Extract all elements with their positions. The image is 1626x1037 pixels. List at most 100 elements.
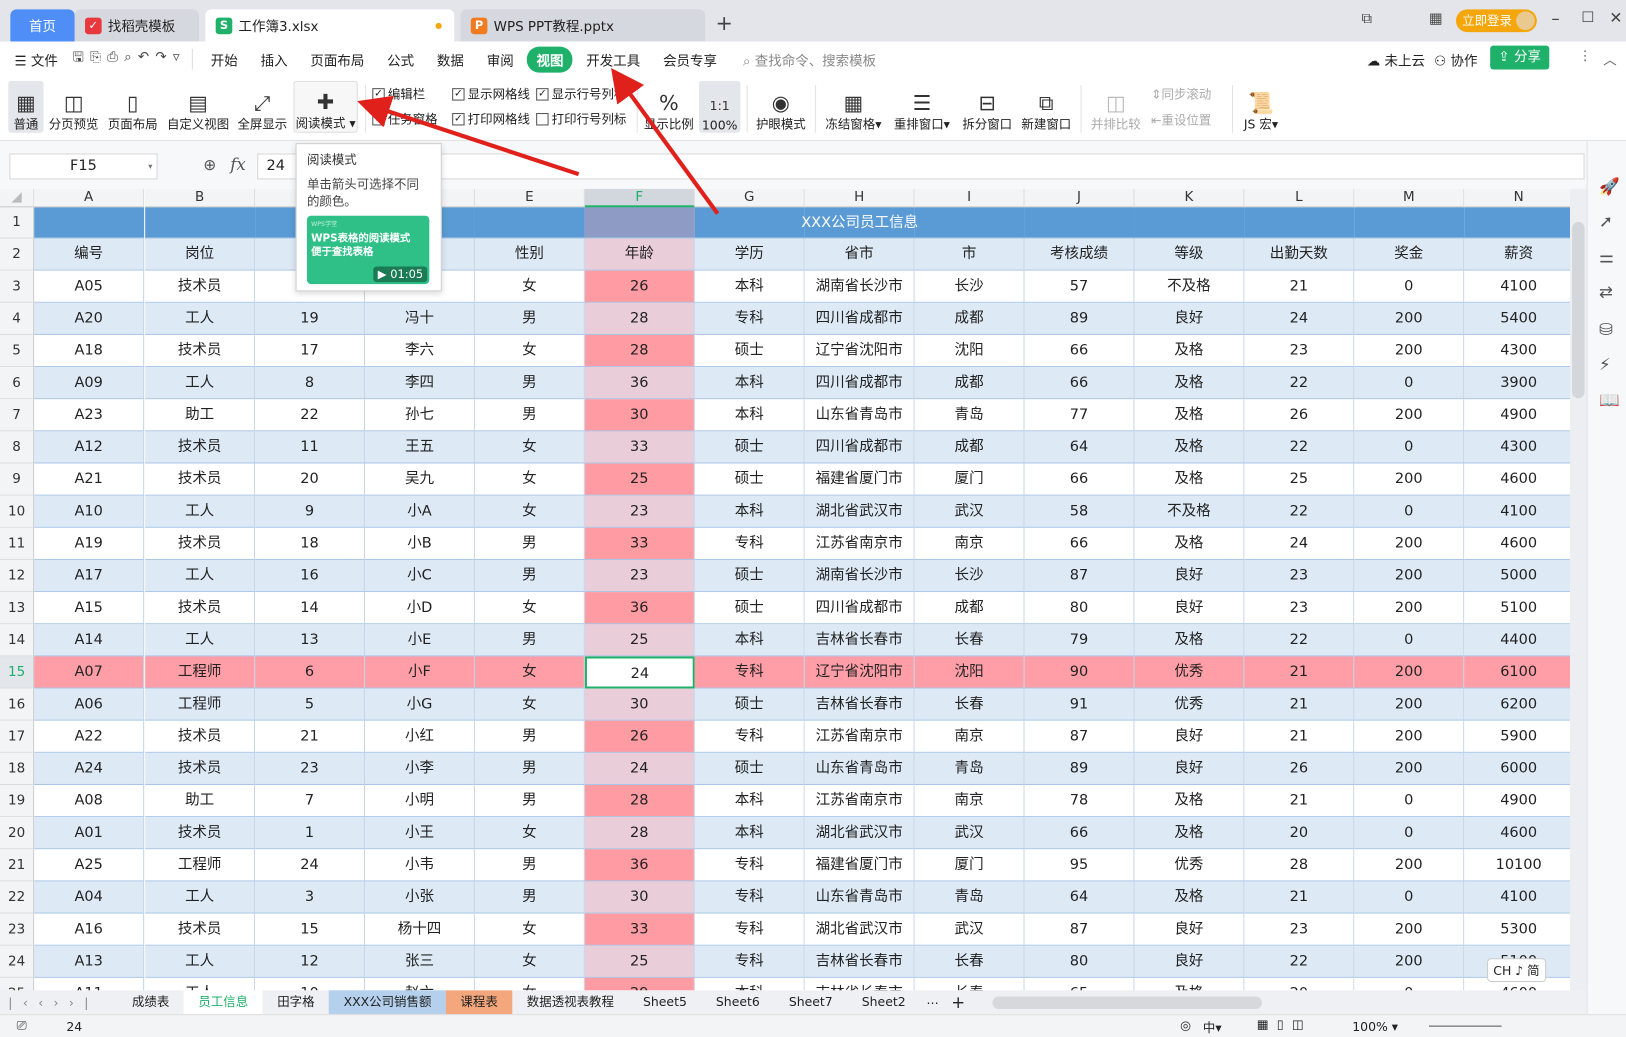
cell-N9[interactable]: 4600 xyxy=(1464,463,1571,496)
cell-G18[interactable]: 硕士 xyxy=(694,752,805,786)
cell-M21[interactable]: 200 xyxy=(1354,849,1465,882)
cell-G24[interactable]: 专科 xyxy=(694,945,805,978)
column-header-F[interactable]: F xyxy=(584,188,695,208)
cell-I18[interactable]: 青岛 xyxy=(914,752,1025,786)
cell-F6[interactable]: 36 xyxy=(584,367,695,400)
cell-A9[interactable]: A21 xyxy=(34,463,145,496)
cell-H10[interactable]: 湖北省武汉市 xyxy=(804,495,915,528)
cell-N19[interactable]: 4900 xyxy=(1464,785,1571,818)
cell-B19[interactable]: 助工 xyxy=(145,785,256,818)
row-header-22[interactable]: 22 xyxy=(0,881,35,914)
cell-J22[interactable]: 64 xyxy=(1024,881,1135,914)
cell-D12[interactable]: 小C xyxy=(365,559,475,593)
row-header-18[interactable]: 18 xyxy=(0,752,35,786)
cell-A19[interactable]: A08 xyxy=(34,785,145,818)
cell-E15[interactable]: 女 xyxy=(474,656,585,689)
checkbox-5[interactable]: 打印行号列标 xyxy=(536,110,626,128)
cell-M24[interactable]: 200 xyxy=(1354,945,1465,978)
row-header-2[interactable]: 2 xyxy=(0,238,35,271)
cell-G3[interactable]: 本科 xyxy=(694,270,805,303)
cell-F17[interactable]: 26 xyxy=(584,720,695,753)
cell-J12[interactable]: 87 xyxy=(1024,559,1135,593)
zoom-search-icon[interactable]: ⊕ xyxy=(203,156,216,175)
cell-K2[interactable]: 等级 xyxy=(1134,238,1245,271)
cell-D7[interactable]: 孙七 xyxy=(365,399,475,432)
cell-D9[interactable]: 吴九 xyxy=(365,463,475,496)
row-header-16[interactable]: 16 xyxy=(0,688,35,721)
cell-C25[interactable]: 10 xyxy=(255,977,366,991)
cell-M13[interactable]: 200 xyxy=(1354,592,1465,625)
cell-F23[interactable]: 33 xyxy=(584,913,695,946)
cell-G17[interactable]: 专科 xyxy=(694,720,805,753)
cell-B12[interactable]: 工人 xyxy=(145,559,256,593)
cell-B23[interactable]: 技术员 xyxy=(145,913,256,946)
checkbox-1[interactable]: ✓ 任务窗格 xyxy=(372,110,438,128)
cell-I22[interactable]: 青岛 xyxy=(914,881,1025,914)
rocket-icon[interactable]: 🚀 xyxy=(1599,176,1620,196)
cell-N4[interactable]: 5400 xyxy=(1464,302,1571,335)
cell-H17[interactable]: 江苏省南京市 xyxy=(804,720,915,753)
cell-L25[interactable]: 20 xyxy=(1244,977,1355,991)
cell-N12[interactable]: 5000 xyxy=(1464,559,1571,593)
cell-F2[interactable]: 年龄 xyxy=(584,238,695,271)
transform-icon[interactable]: ⇄ xyxy=(1599,282,1613,302)
cell-N18[interactable]: 6000 xyxy=(1464,752,1571,786)
cell-I12[interactable]: 长沙 xyxy=(914,559,1025,593)
cell-N3[interactable]: 4100 xyxy=(1464,270,1571,303)
cell-K13[interactable]: 良好 xyxy=(1134,592,1245,625)
cell-K1[interactable] xyxy=(1134,207,1245,239)
cell-F1[interactable] xyxy=(584,207,695,239)
cell-E4[interactable]: 男 xyxy=(474,302,585,335)
cell-L14[interactable]: 22 xyxy=(1244,624,1355,657)
cell-L10[interactable]: 22 xyxy=(1244,495,1355,528)
cell-A6[interactable]: A09 xyxy=(34,367,145,400)
cell-G10[interactable]: 本科 xyxy=(694,495,805,528)
new-window-button[interactable]: ⧉ 新建窗口 xyxy=(1019,81,1073,133)
cell-D24[interactable]: 张三 xyxy=(365,945,475,978)
cell-J24[interactable]: 80 xyxy=(1024,945,1135,978)
cell-N7[interactable]: 4900 xyxy=(1464,399,1571,432)
cell-C14[interactable]: 13 xyxy=(255,624,366,657)
cell-J15[interactable]: 90 xyxy=(1024,656,1135,689)
cell-L17[interactable]: 21 xyxy=(1244,720,1355,753)
cell-G7[interactable]: 本科 xyxy=(694,399,805,432)
cell-A21[interactable]: A25 xyxy=(34,849,145,882)
row-header-19[interactable]: 19 xyxy=(0,785,35,818)
cell-H23[interactable]: 湖北省武汉市 xyxy=(804,913,915,946)
cell-L21[interactable]: 28 xyxy=(1244,849,1355,882)
cell-C9[interactable]: 20 xyxy=(255,463,366,496)
cell-J11[interactable]: 66 xyxy=(1024,527,1135,560)
cell-G14[interactable]: 本科 xyxy=(694,624,805,657)
cell-K10[interactable]: 不及格 xyxy=(1134,495,1245,528)
cell-D15[interactable]: 小F xyxy=(365,656,475,689)
macro-record-icon[interactable]: ⎚ xyxy=(17,1018,27,1034)
cell-L4[interactable]: 24 xyxy=(1244,302,1355,335)
cell-N21[interactable]: 10100 xyxy=(1464,849,1571,882)
cell-C13[interactable]: 14 xyxy=(255,592,366,625)
cell-J13[interactable]: 80 xyxy=(1024,592,1135,625)
ime-indicator[interactable]: CH ♪ 简 xyxy=(1487,958,1546,983)
cell-K9[interactable]: 及格 xyxy=(1134,463,1245,496)
cell-M3[interactable]: 0 xyxy=(1354,270,1465,303)
cell-M19[interactable]: 0 xyxy=(1354,785,1465,818)
quick-access-icons[interactable]: 🖫⎘⎙⌕↶↷▿ xyxy=(72,48,186,71)
cell-E14[interactable]: 男 xyxy=(474,624,585,657)
cell-J25[interactable]: 65 xyxy=(1024,977,1135,991)
checkbox-box[interactable]: ✓ xyxy=(452,112,465,125)
cell-F9[interactable]: 25 xyxy=(584,463,695,496)
arrange-windows-button[interactable]: ☰ 重排窗口▾ xyxy=(892,81,952,133)
cell-K20[interactable]: 及格 xyxy=(1134,817,1245,850)
zoom-ratio-button[interactable]: % 显示比例 xyxy=(643,81,695,133)
cell-F3[interactable]: 26 xyxy=(584,270,695,303)
cell-B16[interactable]: 工程师 xyxy=(145,688,256,721)
cell-G22[interactable]: 专科 xyxy=(694,881,805,914)
menu-tab-8[interactable]: 会员专享 xyxy=(654,46,727,72)
layout-icon[interactable]: ⧉ xyxy=(1362,10,1372,27)
cell-B7[interactable]: 助工 xyxy=(145,399,256,432)
horizontal-scrollbar[interactable] xyxy=(992,996,1262,1009)
zoom-level[interactable]: 100% ▾ xyxy=(1352,1019,1398,1034)
row-header-10[interactable]: 10 xyxy=(0,495,35,528)
cell-H14[interactable]: 吉林省长春市 xyxy=(804,624,915,657)
cell-H6[interactable]: 四川省成都市 xyxy=(804,367,915,400)
cell-A16[interactable]: A06 xyxy=(34,688,145,721)
